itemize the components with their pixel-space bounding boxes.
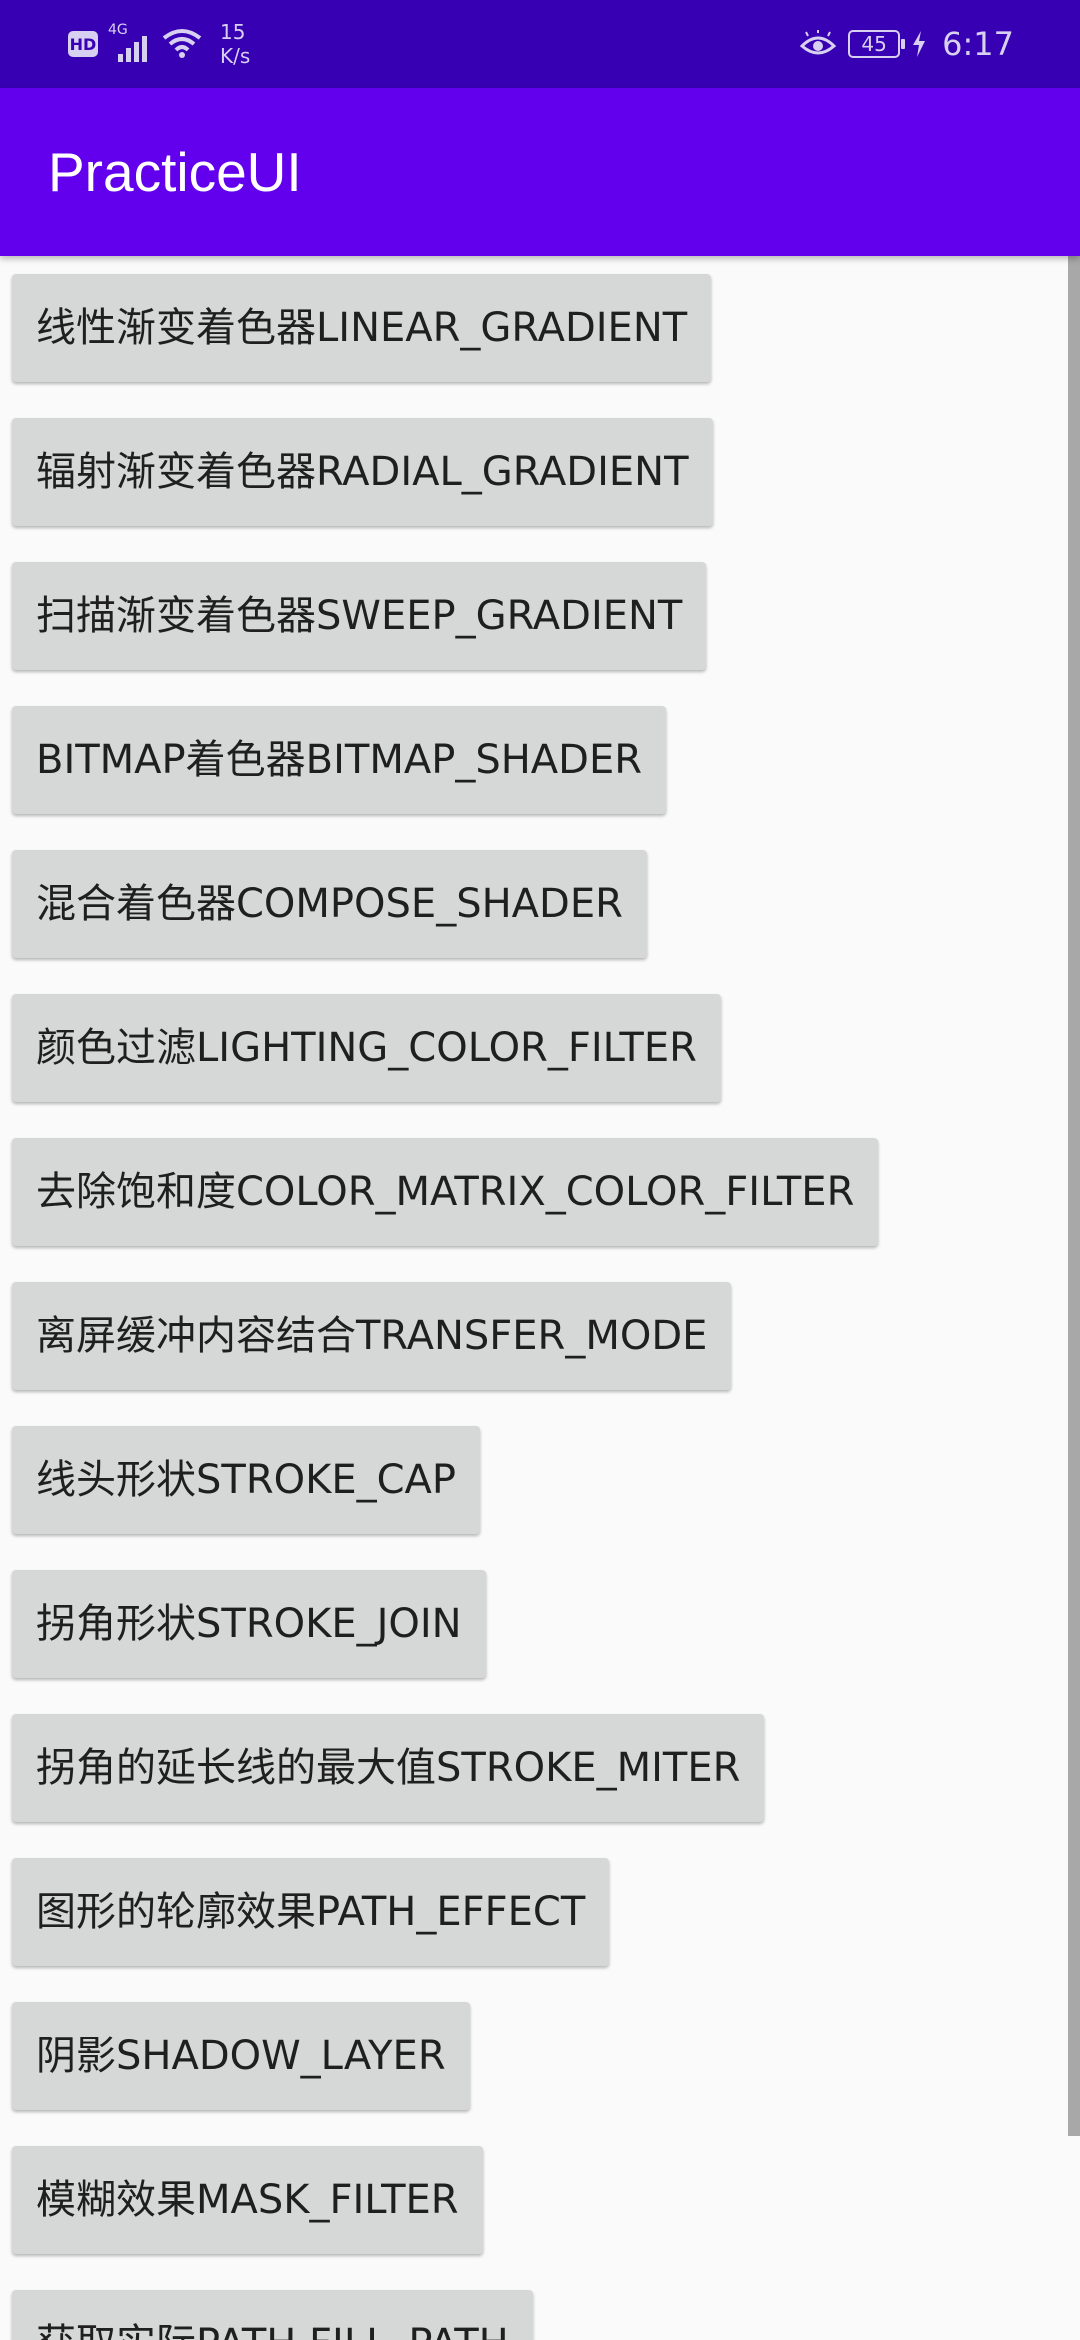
fill-path-button[interactable]: 获取实际PATH FILL_PATH: [12, 2290, 533, 2340]
status-left-group: HD 4G 15 K/s: [68, 20, 250, 68]
mask-filter-button[interactable]: 模糊效果MASK_FILTER: [12, 2146, 483, 2254]
hd-icon: HD: [68, 31, 98, 57]
app-bar: PracticeUI: [0, 88, 1080, 256]
bitmap-shader-button[interactable]: BITMAP着色器BITMAP_SHADER: [12, 706, 667, 814]
radial-gradient-button[interactable]: 辐射渐变着色器RADIAL_GRADIENT: [12, 418, 713, 526]
transfer-mode-button[interactable]: 离屏缓冲内容结合TRANSFER_MODE: [12, 1282, 732, 1390]
linear-gradient-button[interactable]: 线性渐变着色器LINEAR_GRADIENT: [12, 274, 712, 382]
signal-icon: 4G: [108, 22, 152, 64]
stroke-miter-button[interactable]: 拐角的延长线的最大值STROKE_MITER: [12, 1714, 765, 1822]
lighting-color-filter-button[interactable]: 颜色过滤LIGHTING_COLOR_FILTER: [12, 994, 721, 1102]
eye-icon: [800, 30, 837, 55]
path-effect-button[interactable]: 图形的轮廓效果PATH_EFFECT: [12, 1858, 610, 1966]
status-right-group: 45 6:17: [800, 22, 1014, 66]
stroke-join-button[interactable]: 拐角形状STROKE_JOIN: [12, 1570, 486, 1678]
stroke-cap-button[interactable]: 线头形状STROKE_CAP: [12, 1426, 481, 1534]
shadow-layer-button[interactable]: 阴影SHADOW_LAYER: [12, 2002, 470, 2110]
speed-value: 15: [220, 20, 246, 44]
battery-level: 45: [861, 32, 887, 56]
wifi-icon: [162, 29, 202, 58]
battery-icon: 45: [848, 30, 906, 58]
button-list-scroll-area[interactable]: 线性渐变着色器LINEAR_GRADIENT 辐射渐变着色器RADIAL_GRA…: [0, 256, 1080, 2340]
scrollbar[interactable]: [1068, 256, 1080, 2136]
status-time: 6:17: [942, 25, 1014, 63]
charging-icon: [913, 31, 926, 57]
button-list: 线性渐变着色器LINEAR_GRADIENT 辐射渐变着色器RADIAL_GRA…: [12, 274, 879, 2340]
app-title: PracticeUI: [48, 141, 302, 203]
status-bar: HD 4G 15 K/s 45 6:17: [0, 0, 1080, 88]
color-matrix-filter-button[interactable]: 去除饱和度COLOR_MATRIX_COLOR_FILTER: [12, 1138, 879, 1246]
speed-unit: K/s: [220, 44, 251, 68]
sweep-gradient-button[interactable]: 扫描渐变着色器SWEEP_GRADIENT: [12, 562, 707, 670]
network-speed: 15 K/s: [220, 20, 250, 68]
compose-shader-button[interactable]: 混合着色器COMPOSE_SHADER: [12, 850, 647, 958]
